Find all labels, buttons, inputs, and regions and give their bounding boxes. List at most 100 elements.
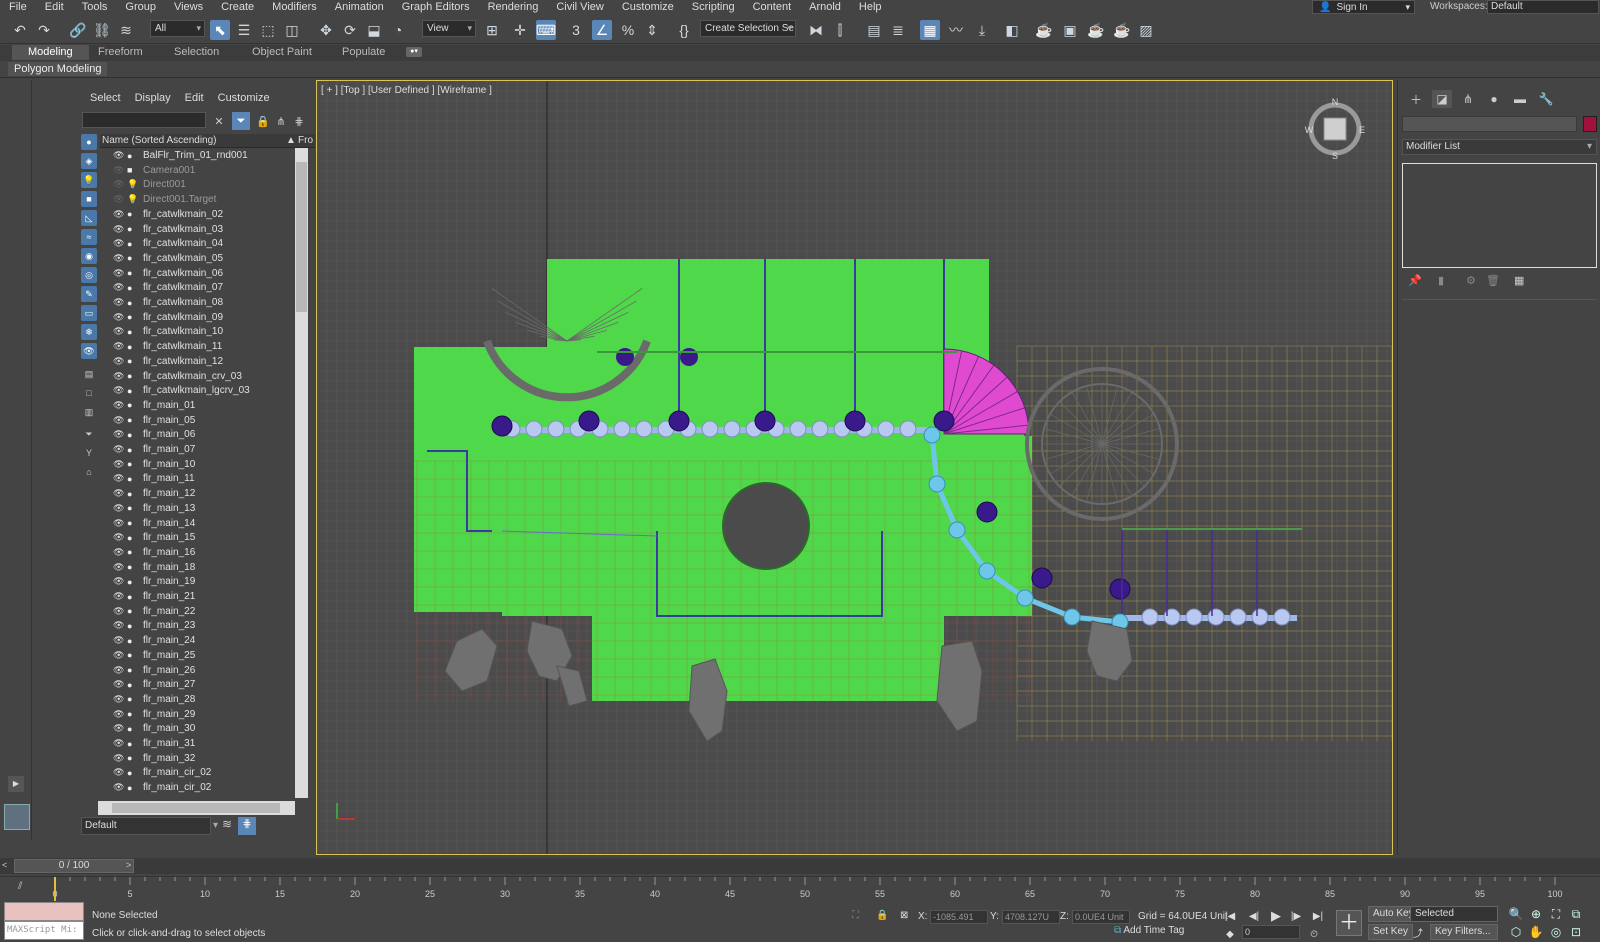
visibility-eye-icon[interactable]: 👁 bbox=[113, 679, 125, 690]
list-item[interactable]: 👁 ● flr_main_29 bbox=[108, 707, 303, 722]
zoom-all-icon[interactable]: ⊕ bbox=[1528, 906, 1544, 922]
list-item[interactable]: 👁 ● flr_catwlkmain_10 bbox=[108, 324, 303, 339]
list-item[interactable]: 👁 ● flr_catwlkmain_03 bbox=[108, 222, 303, 237]
list-item[interactable]: 👁 ● flr_catwlkmain_02 bbox=[108, 207, 303, 222]
visibility-eye-icon[interactable]: 👁 bbox=[113, 650, 125, 661]
visibility-eye-icon[interactable]: 👁 bbox=[113, 591, 125, 602]
display-groups-icon[interactable]: ◉ bbox=[81, 248, 97, 264]
visibility-eye-icon[interactable]: 👁 bbox=[113, 620, 125, 631]
display-none-icon[interactable]: □ bbox=[81, 385, 97, 401]
toggle-scene-explorer-icon[interactable]: ▤ bbox=[864, 20, 884, 40]
orbit-icon[interactable]: ◎ bbox=[1548, 924, 1564, 940]
absolute-mode-icon[interactable]: ⊠ bbox=[900, 910, 908, 921]
list-item[interactable]: 👁 ● flr_main_01 bbox=[108, 398, 303, 413]
visibility-eye-icon[interactable]: 👁 bbox=[113, 694, 125, 705]
visibility-eye-icon[interactable]: 👁 bbox=[113, 312, 125, 323]
selection-filter-dropdown[interactable]: All bbox=[150, 20, 205, 37]
display-shapes-icon[interactable]: ◈ bbox=[81, 153, 97, 169]
visibility-eye-icon[interactable]: 👁 bbox=[113, 150, 125, 161]
reference-coordinate-dropdown[interactable]: View bbox=[422, 20, 476, 37]
set-key-button[interactable]: Set Key bbox=[1368, 924, 1414, 940]
remove-modifier-icon[interactable]: 🗑 bbox=[1486, 274, 1500, 287]
maxscript-input[interactable]: MAXScript Mi: bbox=[4, 921, 84, 940]
workspace-dropdown[interactable]: Default bbox=[1487, 0, 1599, 14]
unlink-icon[interactable]: ⛓ bbox=[92, 20, 112, 40]
scale-icon[interactable]: ⬓ bbox=[364, 20, 384, 40]
filter-toggle-icon[interactable]: ⏷ bbox=[81, 426, 97, 442]
expand-layouts-icon[interactable]: ▶ bbox=[8, 776, 24, 792]
maximize-viewport-icon[interactable]: ⊡ bbox=[1568, 924, 1584, 940]
visibility-eye-icon[interactable]: 👁 bbox=[113, 238, 125, 249]
tab-populate[interactable]: Populate bbox=[326, 45, 401, 60]
visibility-eye-icon[interactable]: 👁 bbox=[113, 326, 125, 337]
go-to-end-icon[interactable]: ▶| bbox=[1310, 908, 1326, 924]
visibility-eye-icon[interactable]: 👁 bbox=[113, 547, 125, 558]
visibility-eye-icon[interactable]: 👁 bbox=[113, 562, 125, 573]
list-item[interactable]: 👁 ● flr_main_23 bbox=[108, 618, 303, 633]
menu-edit[interactable]: Edit bbox=[36, 1, 73, 13]
layer-dropdown[interactable]: Default ▾ bbox=[81, 817, 218, 835]
list-item[interactable]: 👁 ● flr_catwlkmain_04 bbox=[108, 236, 303, 251]
move-icon[interactable]: ✥ bbox=[316, 20, 336, 40]
list-item[interactable]: 👁 ● flr_main_cir_02 bbox=[108, 765, 303, 780]
list-item[interactable]: 👁 ● flr_catwlkmain_lgcrv_03 bbox=[108, 383, 303, 398]
pan-view-icon[interactable]: ✋ bbox=[1528, 924, 1544, 940]
menu-animation[interactable]: Animation bbox=[326, 1, 393, 13]
rotate-icon[interactable]: ⟳ bbox=[340, 20, 360, 40]
list-item[interactable]: 👁 ● flr_main_16 bbox=[108, 545, 303, 560]
visibility-eye-icon[interactable]: 👁 bbox=[113, 503, 125, 514]
select-manipulate-icon[interactable]: ✛ bbox=[510, 20, 530, 40]
list-item[interactable]: 👁 ● flr_main_25 bbox=[108, 648, 303, 663]
clear-search-icon[interactable]: ✕ bbox=[210, 112, 228, 130]
select-object-icon[interactable]: ⬉ bbox=[210, 20, 230, 40]
display-cameras-icon[interactable]: ■ bbox=[81, 191, 97, 207]
visibility-eye-icon[interactable]: 👁 bbox=[113, 356, 125, 367]
visibility-eye-icon[interactable]: 👁 bbox=[113, 268, 125, 279]
hidden-eye-icon[interactable]: 👁 bbox=[113, 179, 125, 190]
angle-snap-icon[interactable]: ∠ bbox=[592, 20, 612, 40]
visibility-eye-icon[interactable]: 👁 bbox=[113, 224, 125, 235]
rendered-frame-window-icon[interactable]: ▣ bbox=[1060, 20, 1080, 40]
visibility-eye-icon[interactable]: 👁 bbox=[113, 400, 125, 411]
list-item[interactable]: 👁 ● flr_main_27 bbox=[108, 677, 303, 692]
se-menu-customize[interactable]: Customize bbox=[218, 92, 270, 104]
snaps-toggle-icon[interactable]: 3 bbox=[566, 20, 586, 40]
display-all-icon[interactable]: ▤ bbox=[81, 366, 97, 382]
curve-editor-icon[interactable]: 〰 bbox=[946, 20, 966, 40]
modifier-stack[interactable] bbox=[1402, 163, 1597, 268]
viewport-top[interactable]: [ + ] [Top ] [User Defined ] [Wireframe … bbox=[316, 80, 1393, 855]
menu-arnold[interactable]: Arnold bbox=[800, 1, 850, 13]
filter-icon[interactable]: ⏷ bbox=[232, 112, 250, 130]
time-slider-prev-icon[interactable]: < bbox=[2, 860, 7, 870]
y-coordinate-field[interactable]: 4708.127U bbox=[1002, 910, 1060, 924]
time-slider-next-icon[interactable]: > bbox=[126, 860, 131, 870]
time-slider[interactable]: < 0 / 100 > bbox=[0, 858, 1600, 874]
material-editor-icon[interactable]: ◧ bbox=[1002, 20, 1022, 40]
display-lights-icon[interactable]: 💡 bbox=[81, 172, 97, 188]
place-icon[interactable]: ◔ bbox=[388, 20, 408, 40]
se-menu-select[interactable]: Select bbox=[90, 92, 121, 104]
list-item[interactable]: 👁 ● flr_main_cir_02 bbox=[108, 780, 303, 795]
visibility-eye-icon[interactable]: 👁 bbox=[113, 518, 125, 529]
object-color-swatch[interactable] bbox=[1583, 116, 1597, 132]
list-item[interactable]: 👁 ● flr_main_11 bbox=[108, 471, 303, 486]
keyboard-shortcut-override-icon[interactable]: ⌨ bbox=[536, 20, 556, 40]
render-production-icon[interactable]: ☕ bbox=[1086, 20, 1106, 40]
add-time-tag-button[interactable]: ⧉ Add Time Tag bbox=[1110, 924, 1188, 940]
default-in-out-tangents-icon[interactable]: ⤴ bbox=[1410, 924, 1426, 940]
named-selection-set-dropdown[interactable]: Create Selection Se bbox=[700, 20, 796, 37]
track-bar[interactable]: ⫽ 05101520253035404550556065707580859095… bbox=[0, 876, 1600, 901]
list-item[interactable]: 👁 ● flr_main_19 bbox=[108, 574, 303, 589]
show-end-result-icon[interactable]: ▮ bbox=[1438, 274, 1444, 287]
menu-tools[interactable]: Tools bbox=[73, 1, 117, 13]
visibility-eye-icon[interactable]: 👁 bbox=[113, 429, 125, 440]
redo-icon[interactable]: ↷ bbox=[34, 20, 54, 40]
modifier-list-dropdown[interactable]: Modifier List bbox=[1402, 139, 1597, 155]
list-item[interactable]: 👁 ● BalFlr_Trim_01_rnd001 bbox=[108, 148, 303, 163]
menu-group[interactable]: Group bbox=[116, 1, 165, 13]
list-item[interactable]: 👁 ● flr_catwlkmain_12 bbox=[108, 354, 303, 369]
list-item[interactable]: 👁 ● flr_catwlkmain_05 bbox=[108, 251, 303, 266]
x-coordinate-field[interactable]: -1085.491 bbox=[930, 910, 988, 924]
mirror-icon[interactable]: ⧓ bbox=[806, 20, 826, 40]
visibility-eye-icon[interactable]: 👁 bbox=[113, 253, 125, 264]
